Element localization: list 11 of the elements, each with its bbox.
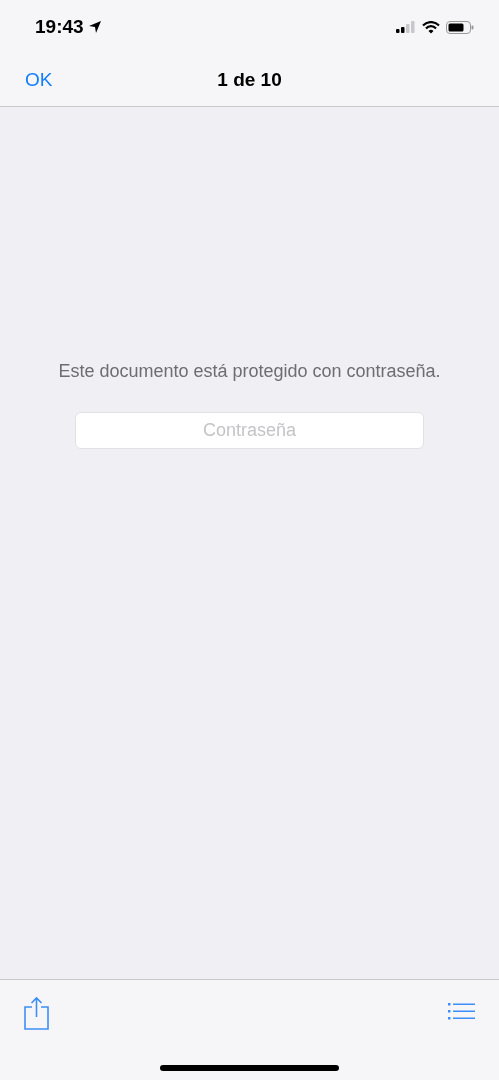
- password-field[interactable]: Contraseña: [75, 412, 424, 449]
- page-title: 1 de 10: [217, 67, 282, 92]
- list-button[interactable]: [448, 1002, 475, 1022]
- status-time: 19:43: [35, 14, 84, 39]
- wifi-icon: [422, 20, 440, 34]
- cellular-signal-icon: [396, 21, 416, 33]
- location-arrow-icon: [87, 20, 102, 34]
- battery-icon: [446, 20, 474, 34]
- ok-button[interactable]: OK: [25, 65, 53, 95]
- password-message: Este documento está protegido con contraseña.: [58, 360, 441, 383]
- share-button[interactable]: [24, 996, 49, 1030]
